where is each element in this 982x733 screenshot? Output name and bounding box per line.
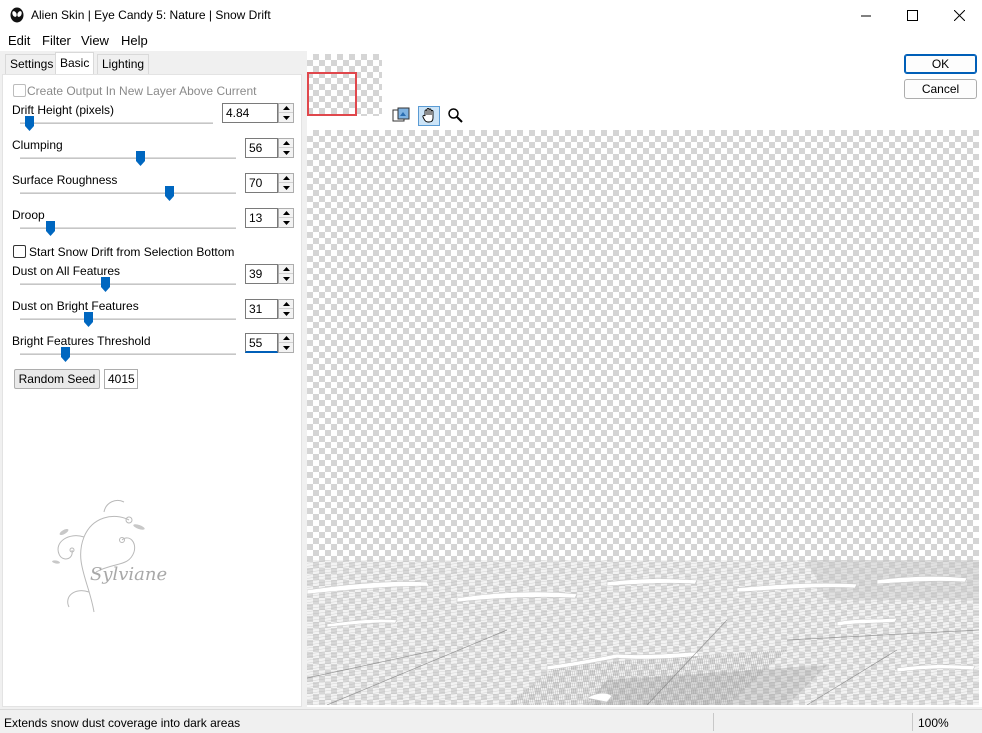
dust-all-input[interactable]: 39 bbox=[245, 264, 278, 284]
tab-settings[interactable]: Settings bbox=[5, 54, 59, 74]
clumping-slider-thumb[interactable] bbox=[136, 151, 145, 166]
status-separator bbox=[713, 713, 714, 731]
spin-up-icon[interactable] bbox=[279, 209, 293, 218]
dust-bright-spinner[interactable] bbox=[278, 299, 294, 319]
preview-canvas[interactable] bbox=[307, 130, 979, 705]
drift-height-spinner[interactable] bbox=[278, 103, 294, 123]
dust-bright-input[interactable]: 31 bbox=[245, 299, 278, 319]
clumping-slider-track[interactable] bbox=[20, 157, 236, 159]
clumping-label: Clumping bbox=[12, 138, 63, 152]
start-snow-drift-checkbox[interactable] bbox=[13, 245, 26, 258]
bright-threshold-slider-thumb[interactable] bbox=[61, 347, 70, 362]
bright-threshold-slider-track[interactable] bbox=[20, 353, 236, 355]
droop-label: Droop bbox=[12, 208, 45, 222]
spin-down-icon[interactable] bbox=[279, 113, 293, 122]
surface-roughness-input[interactable]: 70 bbox=[245, 173, 278, 193]
spin-down-icon[interactable] bbox=[279, 274, 293, 283]
dust-all-slider-track[interactable] bbox=[20, 283, 236, 285]
swirl-ornament-icon bbox=[52, 499, 145, 613]
cancel-button[interactable]: Cancel bbox=[904, 79, 977, 99]
drift-height-input[interactable]: 4.84 bbox=[222, 103, 278, 123]
bright-threshold-label: Bright Features Threshold bbox=[12, 334, 151, 348]
ok-button[interactable]: OK bbox=[904, 54, 977, 74]
tab-lighting[interactable]: Lighting bbox=[97, 54, 150, 74]
spin-up-icon[interactable] bbox=[279, 334, 293, 343]
spin-down-icon[interactable] bbox=[279, 343, 293, 352]
preview-compare-button[interactable] bbox=[390, 106, 412, 126]
dust-bright-label: Dust on Bright Features bbox=[12, 299, 139, 313]
status-bar: Extends snow dust coverage into dark are… bbox=[0, 709, 982, 733]
clumping-spinner[interactable] bbox=[278, 138, 294, 158]
menu-bar: Edit Filter View Help bbox=[0, 31, 982, 51]
preview-compare-icon bbox=[392, 107, 410, 126]
alien-skin-icon bbox=[9, 7, 25, 23]
close-button[interactable] bbox=[936, 0, 982, 31]
snow-drift-preview bbox=[307, 560, 979, 705]
spin-up-icon[interactable] bbox=[279, 265, 293, 274]
surface-roughness-slider-thumb[interactable] bbox=[165, 186, 174, 201]
spin-down-icon[interactable] bbox=[279, 183, 293, 192]
bright-threshold-input[interactable]: 55 bbox=[245, 333, 278, 353]
menu-view[interactable]: View bbox=[81, 33, 109, 48]
zoom-icon bbox=[447, 107, 463, 126]
spin-up-icon[interactable] bbox=[279, 174, 293, 183]
drift-height-slider-thumb[interactable] bbox=[25, 116, 34, 131]
status-message: Extends snow dust coverage into dark are… bbox=[4, 716, 241, 730]
droop-spinner[interactable] bbox=[278, 208, 294, 228]
surface-roughness-label: Surface Roughness bbox=[12, 173, 118, 187]
watermark-signature: Sylviane bbox=[90, 564, 168, 585]
dust-all-spinner[interactable] bbox=[278, 264, 294, 284]
dust-all-slider-thumb[interactable] bbox=[101, 277, 110, 292]
navigator-view-rect[interactable] bbox=[307, 72, 357, 116]
zoom-level: 100% bbox=[918, 716, 949, 730]
zoom-tool-button[interactable] bbox=[444, 106, 466, 126]
sylviane-watermark: Sylviane bbox=[34, 492, 184, 622]
hand-pan-icon bbox=[421, 107, 437, 126]
bright-threshold-spinner[interactable] bbox=[278, 333, 294, 353]
start-snow-drift-label: Start Snow Drift from Selection Bottom bbox=[29, 245, 235, 259]
spin-up-icon[interactable] bbox=[279, 104, 293, 113]
spin-up-icon[interactable] bbox=[279, 300, 293, 309]
menu-filter[interactable]: Filter bbox=[42, 33, 71, 48]
spin-down-icon[interactable] bbox=[279, 218, 293, 227]
droop-input[interactable]: 13 bbox=[245, 208, 278, 228]
random-seed-input[interactable]: 4015 bbox=[104, 369, 138, 389]
create-output-checkbox[interactable] bbox=[13, 84, 26, 97]
surface-roughness-slider-track[interactable] bbox=[20, 192, 236, 194]
minimize-button[interactable] bbox=[843, 0, 889, 31]
dust-bright-slider-track[interactable] bbox=[20, 318, 236, 320]
drift-height-slider-track[interactable] bbox=[20, 122, 213, 124]
window-title: Alien Skin | Eye Candy 5: Nature | Snow … bbox=[31, 8, 271, 22]
create-output-label: Create Output In New Layer Above Current bbox=[27, 84, 257, 98]
spin-down-icon[interactable] bbox=[279, 309, 293, 318]
status-separator bbox=[912, 713, 913, 731]
drift-height-label: Drift Height (pixels) bbox=[12, 103, 115, 117]
surface-roughness-spinner[interactable] bbox=[278, 173, 294, 193]
hand-tool-button[interactable] bbox=[418, 106, 440, 126]
tab-basic[interactable]: Basic bbox=[55, 52, 95, 74]
maximize-button[interactable] bbox=[889, 0, 935, 31]
title-bar: Alien Skin | Eye Candy 5: Nature | Snow … bbox=[0, 0, 982, 31]
spin-down-icon[interactable] bbox=[279, 148, 293, 157]
clumping-input[interactable]: 56 bbox=[245, 138, 278, 158]
random-seed-button[interactable]: Random Seed bbox=[14, 369, 100, 389]
droop-slider-thumb[interactable] bbox=[46, 221, 55, 236]
menu-edit[interactable]: Edit bbox=[8, 33, 30, 48]
dust-bright-slider-thumb[interactable] bbox=[84, 312, 93, 327]
spin-up-icon[interactable] bbox=[279, 139, 293, 148]
menu-help[interactable]: Help bbox=[121, 33, 148, 48]
dust-all-label: Dust on All Features bbox=[12, 264, 121, 278]
